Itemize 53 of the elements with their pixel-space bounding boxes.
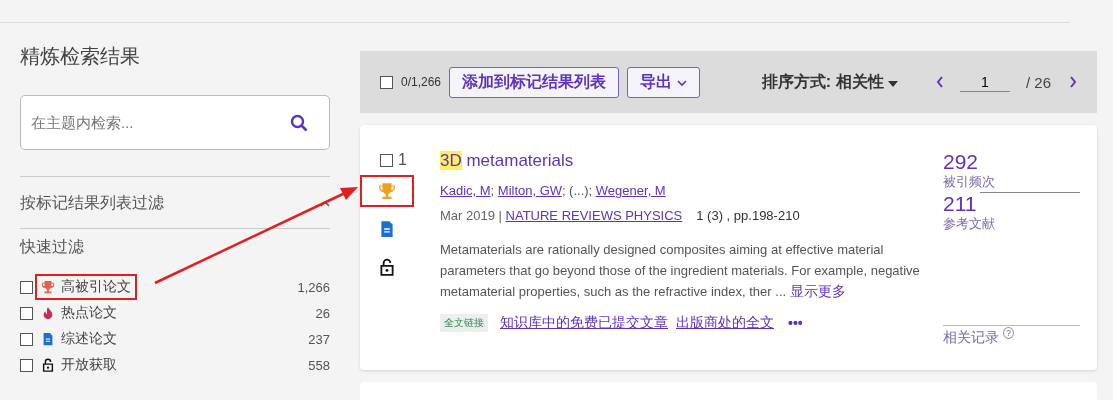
abstract-text: Metamaterials are rationally designed composites aiming at effective material parameters that go beyond those of the ingredient materials. For example, negative metamaterial properties, such as the refractive index, ther ... 显示更多: [440, 241, 921, 301]
author-link[interactable]: Milton, GW: [497, 183, 562, 198]
total-pages: / 26: [1025, 73, 1051, 91]
checkbox[interactable]: [380, 153, 393, 167]
filter-option[interactable]: 高被引论文: [35, 274, 137, 300]
checkbox[interactable]: [20, 332, 33, 346]
section-header[interactable]: 按标记结果列表过滤: [20, 193, 164, 214]
citation-label: 被引频次: [943, 173, 996, 191]
next-page-icon[interactable]: [1069, 76, 1077, 88]
export-button[interactable]: 导出: [627, 66, 700, 98]
lock-icon: [41, 358, 55, 372]
filter-option[interactable]: 综述论文: [35, 326, 123, 352]
result-title[interactable]: 3D metamaterials: [440, 151, 574, 170]
selection-count: 0/1,266: [401, 75, 442, 89]
checkbox[interactable]: [20, 280, 33, 294]
section-header: 快速过滤: [20, 237, 85, 257]
reference-count[interactable]: 211: [943, 193, 1087, 215]
citation-count[interactable]: 292: [943, 151, 1087, 173]
chevron-down-icon: [676, 79, 687, 87]
publication-info: Mar 2019 | NATURE REVIEWS PHYSICS 1 (3) , pp.198-210: [440, 208, 801, 223]
previous-page-icon[interactable]: [935, 76, 944, 88]
caret-icon[interactable]: [320, 200, 330, 207]
related-records-link[interactable]: 相关记录: [943, 328, 999, 345]
filter-option[interactable]: 开放获取: [35, 352, 123, 378]
trophy-icon: [41, 280, 55, 294]
show-more-link[interactable]: 显示更多: [789, 283, 846, 299]
filter-option[interactable]: 热点论文: [35, 300, 123, 326]
author-link[interactable]: Wegener, M: [595, 183, 666, 198]
filter-count: 1,266: [297, 279, 330, 295]
add-to-marked-list-button[interactable]: 添加到标记结果列表: [449, 66, 620, 98]
search-icon[interactable]: [290, 114, 308, 132]
journal-link[interactable]: NATURE REVIEWS PHYSICS: [505, 208, 683, 223]
flame-icon: [41, 306, 55, 320]
result-number: 1: [398, 151, 407, 169]
checkbox[interactable]: [20, 358, 33, 372]
more-options-button[interactable]: •••: [788, 315, 803, 331]
full-text-link[interactable]: 知识库中的免费已提交文章: [500, 314, 668, 332]
full-text-badge: 全文链接: [440, 314, 488, 332]
reference-label: 参考文献: [943, 215, 996, 233]
filter-count: 26: [315, 305, 330, 321]
page-input[interactable]: 1: [959, 72, 1010, 92]
checkbox[interactable]: [20, 306, 33, 320]
checkbox[interactable]: [380, 75, 393, 89]
sort-dropdown[interactable]: 排序方式: 相关性: [761, 71, 898, 93]
caret-down-icon: [887, 80, 898, 87]
full-text-link[interactable]: 出版商处的全文: [676, 314, 774, 332]
author-list: Kadic, M; Milton, GW; (...); Wegener, M: [440, 183, 940, 198]
author-link[interactable]: Kadic, M: [440, 183, 491, 198]
panel-title: 精炼检索结果: [20, 44, 141, 69]
filter-count: 558: [308, 357, 330, 373]
filter-count: 237: [308, 331, 330, 347]
document-icon: [41, 332, 55, 346]
search-field[interactable]: 在主题内检索...: [20, 95, 330, 150]
